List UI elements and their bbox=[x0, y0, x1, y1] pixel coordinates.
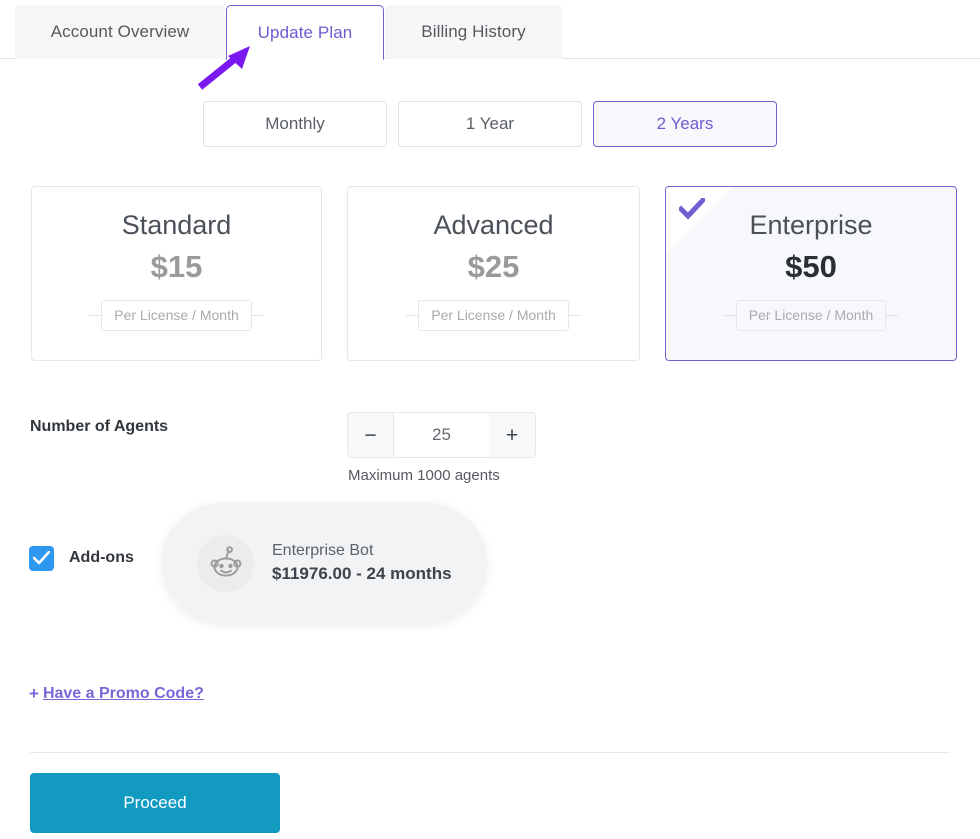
addon-price: $11976.00 - 24 months bbox=[272, 564, 452, 583]
agents-decrement-button[interactable]: − bbox=[347, 412, 394, 458]
plan-meta-row: Per License / Month bbox=[32, 300, 321, 331]
plan-meta-dash-right bbox=[886, 315, 899, 316]
plan-price: $25 bbox=[467, 249, 520, 284]
tab-account-overview[interactable]: Account Overview bbox=[15, 5, 225, 59]
agents-label: Number of Agents bbox=[30, 418, 169, 435]
plan-name: Standard bbox=[121, 210, 232, 240]
billing-cycle-label: 2 Years bbox=[656, 114, 714, 133]
tab-label: Account Overview bbox=[50, 22, 190, 41]
billing-cycle-label: Monthly bbox=[265, 114, 325, 133]
plan-meta-label: Per License / Month bbox=[735, 300, 887, 331]
footer-divider bbox=[30, 752, 950, 753]
reddit-snoo-icon bbox=[210, 546, 241, 577]
plan-meta-label: Per License / Month bbox=[418, 300, 569, 331]
billing-cycle-1-year[interactable]: 1 Year bbox=[398, 101, 582, 147]
addon-item-enterprise-bot[interactable]: Enterprise Bot $11976.00 - 24 months bbox=[162, 503, 487, 623]
plan-meta-dash-right bbox=[251, 315, 264, 316]
plan-meta-dash-left bbox=[723, 315, 736, 316]
addon-icon-wrapper bbox=[197, 534, 254, 592]
addons-checkbox[interactable] bbox=[29, 546, 54, 571]
tab-bar: Account Overview Update Plan Billing His… bbox=[0, 0, 980, 60]
plan-meta-dash-left bbox=[406, 315, 419, 316]
plan-name: Enterprise bbox=[749, 210, 873, 240]
plan-card-standard[interactable]: Standard $15 Per License / Month bbox=[31, 186, 322, 361]
plan-card-advanced[interactable]: Advanced $25 Per License / Month bbox=[347, 186, 640, 361]
plan-meta-dash-right bbox=[568, 315, 581, 316]
addon-text: Enterprise Bot $11976.00 - 24 months bbox=[272, 542, 452, 584]
minus-icon: − bbox=[364, 423, 377, 447]
addon-title: Enterprise Bot bbox=[272, 542, 374, 559]
plus-icon: + bbox=[29, 684, 39, 703]
tab-billing-history[interactable]: Billing History bbox=[385, 5, 562, 59]
plan-meta-label: Per License / Month bbox=[101, 300, 252, 331]
plan-card-list: Standard $15 Per License / Month Advance… bbox=[31, 186, 957, 361]
promo-code-label: Have a Promo Code? bbox=[42, 685, 204, 702]
agents-increment-button[interactable]: + bbox=[489, 412, 536, 458]
tab-label: Billing History bbox=[421, 22, 526, 41]
addons-label: Add-ons bbox=[69, 549, 134, 566]
tab-label: Update Plan bbox=[257, 22, 353, 42]
checkmark-icon bbox=[33, 551, 50, 565]
plan-price: $15 bbox=[150, 249, 203, 284]
plan-price: $50 bbox=[785, 249, 837, 284]
billing-cycle-monthly[interactable]: Monthly bbox=[203, 101, 387, 147]
plus-icon: + bbox=[505, 423, 519, 447]
agents-stepper: − 25 + bbox=[347, 412, 536, 458]
tab-update-plan[interactable]: Update Plan bbox=[226, 5, 384, 60]
plan-meta-dash-left bbox=[89, 315, 102, 316]
plan-name: Advanced bbox=[433, 210, 554, 240]
billing-cycle-2-years[interactable]: 2 Years bbox=[593, 101, 777, 147]
plan-meta-row: Per License / Month bbox=[348, 300, 639, 331]
plan-card-enterprise[interactable]: Enterprise $50 Per License / Month bbox=[665, 186, 957, 361]
promo-code-link[interactable]: + Have a Promo Code? bbox=[29, 684, 204, 704]
proceed-button[interactable]: Proceed bbox=[30, 773, 280, 833]
billing-cycle-label: 1 Year bbox=[465, 114, 515, 133]
billing-cycle-toggle: Monthly 1 Year 2 Years bbox=[203, 101, 777, 147]
agents-input[interactable]: 25 bbox=[394, 412, 489, 458]
plan-meta-row: Per License / Month bbox=[666, 300, 956, 331]
agents-max-hint: Maximum 1000 agents bbox=[348, 467, 500, 484]
